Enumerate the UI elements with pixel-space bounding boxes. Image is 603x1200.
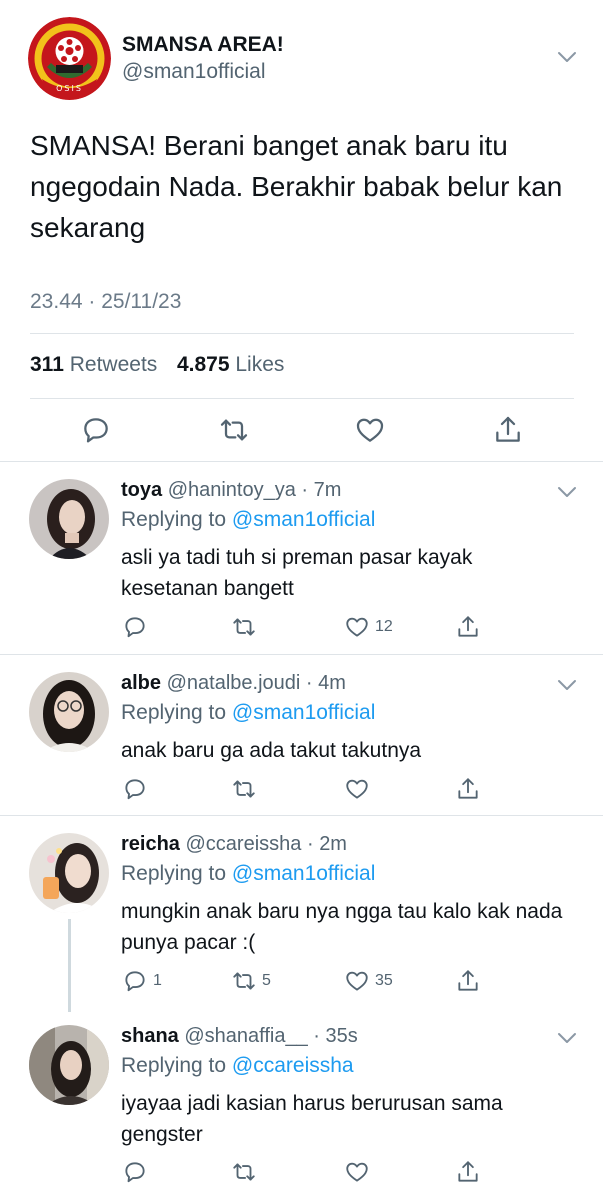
retweet-icon [233,618,255,636]
like-icon[interactable] [354,414,386,446]
like-button[interactable]: 35 [344,968,393,994]
replying-label: Replying to [121,508,227,531]
like-icon [346,617,368,637]
chevron-down-icon[interactable] [557,51,577,63]
reply-icon[interactable] [80,414,112,446]
avatar[interactable] [29,672,109,752]
retweets-label[interactable]: Retweets [70,353,158,376]
reply-text: iyayaa jadi kasian harus berurusan sama … [121,1092,503,1146]
reply-author-handle[interactable]: @shanaffia__ [184,1025,307,1047]
reply-tweet[interactable]: reicha @ccareissha · 2m Replying to @sma… [0,816,603,1012]
like-icon [346,779,368,799]
replying-to-link[interactable]: @ccareissha [232,1054,354,1077]
reply-icon [125,971,145,992]
author-name[interactable]: SMANSA AREA! [122,33,284,57]
reply-button[interactable] [122,776,153,802]
retweet-icon [233,1163,255,1181]
share-button[interactable] [455,1159,481,1185]
retweet-button[interactable] [231,1159,262,1185]
share-icon[interactable] [492,414,524,446]
like-icon [346,971,368,991]
replying-label: Replying to [121,1054,227,1077]
reply-header: toya @hanintoy_ya · 7m [121,479,342,501]
like-icon [346,1162,368,1182]
reply-time[interactable]: 7m [314,479,342,501]
share-button[interactable] [455,968,481,994]
reply-author-handle[interactable]: @hanintoy_ya [168,479,296,501]
replying-to: Replying to @sman1official [121,701,375,725]
replying-to-link[interactable]: @sman1official [232,508,376,531]
chevron-down-icon[interactable] [557,486,577,498]
avatar[interactable] [29,1025,109,1105]
retweets-count[interactable]: 311 [30,353,64,376]
retweet-button[interactable] [231,614,262,640]
reply-tweet[interactable]: shana @shanaffia__ · 35s Replying to @cc… [0,1008,603,1200]
like-button[interactable] [344,776,375,802]
divider [30,333,574,334]
osis-logo-avatar[interactable]: OSIS [28,17,111,100]
reply-button[interactable] [122,1159,153,1185]
replying-to-link[interactable]: @sman1official [232,862,376,885]
replying-label: Replying to [121,701,227,724]
share-button[interactable] [455,776,481,802]
reply-header: reicha @ccareissha · 2m [121,833,347,855]
reply-tweet[interactable]: toya @hanintoy_ya · 7m Replying to @sman… [0,462,603,655]
retweet-icon [233,972,255,990]
like-button[interactable] [344,1159,375,1185]
avatar[interactable] [29,479,109,559]
reply-author-name[interactable]: reicha [121,833,180,855]
main-tweet: OSIS SMANSA AREA! @sman1official SMANSA!… [0,0,603,462]
reply-header: shana @shanaffia__ · 35s [121,1025,358,1047]
like-count: 35 [375,972,393,989]
tweet-text: SMANSA! Berani banget anak baru itu ngeg… [30,130,563,243]
reply-text: mungkin anak baru nya ngga tau kalo kak … [121,900,563,954]
reply-time[interactable]: 35s [326,1025,358,1047]
reply-time[interactable]: 4m [318,672,346,694]
reply-author-handle[interactable]: @natalbe.joudi [167,672,301,694]
share-icon [458,1161,478,1182]
chevron-down-icon[interactable] [557,1032,577,1044]
reply-tweet[interactable]: albe @natalbe.joudi · 4m Replying to @sm… [0,655,603,816]
reply-icon [125,1162,145,1183]
retweet-button[interactable] [231,776,262,802]
likes-count[interactable]: 4.875 [177,353,230,376]
reply-icon [125,617,145,638]
chevron-down-icon[interactable] [557,679,577,691]
share-icon [458,970,478,991]
reply-author-name[interactable]: albe [121,672,161,694]
thread-connector [68,919,71,1012]
tweet-stats: 311 Retweets 4.875 Likes [30,353,284,377]
share-icon [458,778,478,799]
reply-button[interactable] [122,614,153,640]
reply-count: 1 [153,972,162,989]
replying-to-link[interactable]: @sman1official [232,701,376,724]
reply-text: asli ya tadi tuh si preman pasar kayak k… [121,546,473,600]
retweet-button[interactable]: 5 [231,968,271,994]
share-icon [458,616,478,637]
reply-header: albe @natalbe.joudi · 4m [121,672,346,694]
retweet-icon [233,780,255,798]
reply-button[interactable]: 1 [122,968,162,994]
avatar[interactable] [29,833,109,913]
divider [30,398,574,399]
reply-author-name[interactable]: toya [121,479,162,501]
retweet-count: 5 [262,972,271,989]
author-handle[interactable]: @sman1official [122,60,266,84]
replying-to: Replying to @ccareissha [121,1054,354,1078]
replying-to: Replying to @sman1official [121,862,375,886]
reply-text: anak baru ga ada takut takutnya [121,739,422,762]
replying-label: Replying to [121,862,227,885]
osis-logo-text: OSIS [56,84,83,93]
reply-time[interactable]: 2m [319,833,347,855]
share-button[interactable] [455,614,481,640]
replying-to: Replying to @sman1official [121,508,375,532]
retweet-icon[interactable] [218,414,250,446]
likes-label[interactable]: Likes [235,353,284,376]
tweet-timestamp[interactable]: 23.44 · 25/11/23 [30,290,181,314]
like-count: 12 [375,618,393,635]
like-button[interactable]: 12 [344,614,393,640]
reply-author-name[interactable]: shana [121,1025,179,1047]
reply-author-handle[interactable]: @ccareissha [186,833,302,855]
reply-icon [125,779,145,800]
